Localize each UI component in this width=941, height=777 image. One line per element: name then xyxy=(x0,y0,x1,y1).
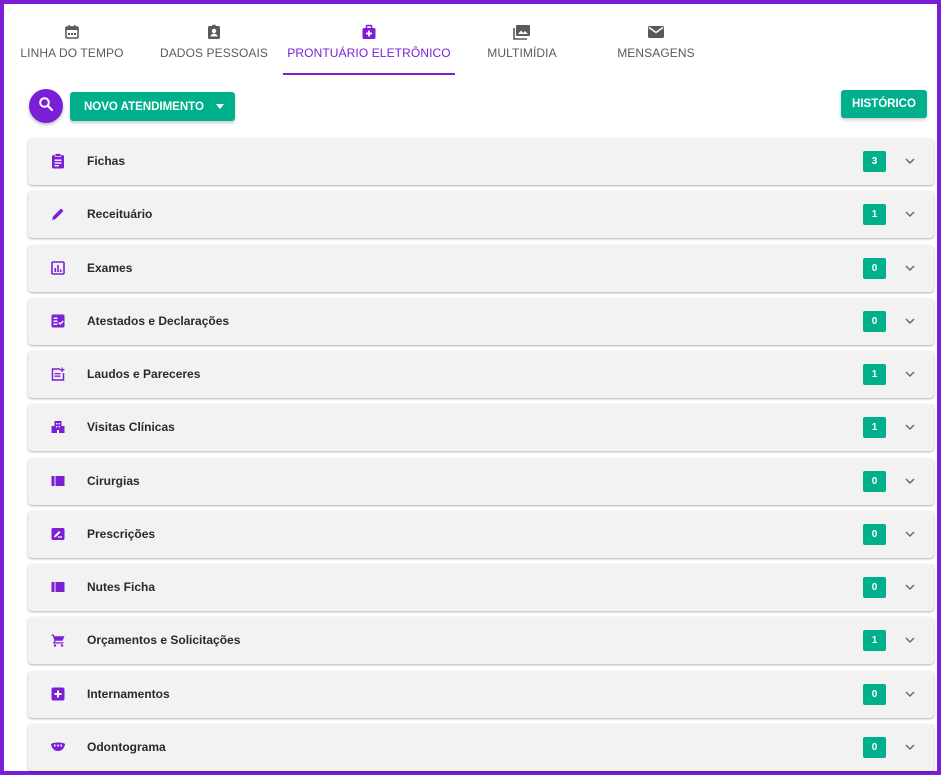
panel-cirurgias[interactable]: Cirurgias 0 xyxy=(28,457,934,505)
count-badge: 1 xyxy=(863,417,886,439)
view-column-icon xyxy=(50,473,66,489)
panel-label: Atestados e Declarações xyxy=(87,313,230,328)
panel-label: Nutes Ficha xyxy=(87,580,156,594)
tab-label: MULTIMÍDIA xyxy=(487,46,557,60)
panel-label: Receituário xyxy=(87,207,153,222)
contact-card-icon xyxy=(204,22,224,42)
chevron-down-icon[interactable] xyxy=(903,687,917,701)
cart-icon xyxy=(50,632,66,648)
panel-label: Orçamentos e Solicitações xyxy=(87,633,241,648)
panel-fichas[interactable]: Fichas 3 xyxy=(28,138,934,185)
view-column-icon xyxy=(50,579,66,595)
tab-bar: LINHA DO TEMPO DADOS PESSOAIS PRONTUÁRIO… xyxy=(8,8,933,76)
checklist-icon xyxy=(50,313,66,329)
count-badge: 0 xyxy=(863,736,886,758)
panel-label: Exames xyxy=(87,260,133,275)
count-badge: 0 xyxy=(863,683,886,705)
chevron-down-icon[interactable] xyxy=(903,261,917,275)
panel-laudos[interactable]: Laudos e Pareceres 1 xyxy=(28,351,934,398)
historico-button[interactable]: HISTÓRICO xyxy=(841,90,927,118)
chevron-down-icon[interactable] xyxy=(903,474,917,488)
panel-prescricoes[interactable]: Prescrições 0 xyxy=(28,510,934,558)
edit-box-icon xyxy=(50,526,66,542)
panel-odontograma[interactable]: Odontograma 0 xyxy=(28,723,934,771)
tab-label: DADOS PESSOAIS xyxy=(159,46,269,60)
panel-internamentos[interactable]: Internamentos 0 xyxy=(28,670,934,718)
active-tab-indicator xyxy=(283,73,455,75)
chevron-down-icon[interactable] xyxy=(903,633,917,647)
historico-label: HISTÓRICO xyxy=(852,98,916,110)
tab-label: MENSAGENS xyxy=(617,46,695,60)
panel-label: Prescrições xyxy=(87,526,156,541)
panel-label: Laudos e Pareceres xyxy=(87,367,201,381)
tab-mensagens[interactable]: MENSAGENS xyxy=(606,8,706,76)
hospital-building-icon xyxy=(50,419,66,435)
count-badge: 1 xyxy=(863,204,886,226)
panel-nutes-ficha[interactable]: Nutes Ficha 0 xyxy=(28,564,934,611)
panel-receituario[interactable]: Receituário 1 xyxy=(28,191,934,239)
panel-orcamentos[interactable]: Orçamentos e Solicitações 1 xyxy=(28,617,934,665)
bar-chart-icon xyxy=(50,260,66,276)
caret-down-icon xyxy=(215,104,224,109)
count-badge: 0 xyxy=(863,523,886,545)
calendar-icon xyxy=(62,22,82,42)
count-badge: 0 xyxy=(863,257,886,279)
app-frame: LINHA DO TEMPO DADOS PESSOAIS PRONTUÁRIO… xyxy=(0,0,941,775)
count-badge: 3 xyxy=(863,151,886,172)
chevron-down-icon[interactable] xyxy=(903,367,917,381)
tab-label: LINHA DO TEMPO xyxy=(20,46,124,60)
tab-dados-pessoais[interactable]: DADOS PESSOAIS xyxy=(158,8,270,76)
pencil-icon xyxy=(50,206,66,222)
search-icon xyxy=(38,96,54,117)
panel-label: Cirurgias xyxy=(87,473,140,488)
chevron-down-icon[interactable] xyxy=(903,314,917,328)
search-button[interactable] xyxy=(29,89,63,123)
chevron-down-icon[interactable] xyxy=(903,420,917,434)
tab-label: PRONTUÁRIO ELETRÔNICO xyxy=(287,46,451,60)
dentures-icon xyxy=(50,739,66,755)
count-badge: 0 xyxy=(863,310,886,332)
panel-label: Internamentos xyxy=(87,686,170,701)
count-badge: 0 xyxy=(863,577,886,598)
count-badge: 0 xyxy=(863,470,886,492)
medical-bag-icon xyxy=(359,22,379,42)
tab-multimidia[interactable]: MULTIMÍDIA xyxy=(474,8,570,76)
mail-icon xyxy=(646,22,666,42)
novo-atendimento-button[interactable]: NOVO ATENDIMENTO xyxy=(70,92,235,121)
photo-library-icon xyxy=(512,22,532,42)
panel-atestados[interactable]: Atestados e Declarações 0 xyxy=(28,297,934,345)
chevron-down-icon[interactable] xyxy=(903,207,917,221)
count-badge: 1 xyxy=(863,364,886,385)
count-badge: 1 xyxy=(863,630,886,652)
panel-label: Fichas xyxy=(87,154,126,168)
panel-label: Odontograma xyxy=(87,739,166,754)
clipboard-icon xyxy=(50,153,66,169)
post-add-icon xyxy=(50,366,66,382)
panel-exames[interactable]: Exames 0 xyxy=(28,244,934,292)
chevron-down-icon[interactable] xyxy=(903,527,917,541)
panel-list: Fichas 3 Receituário 1 Exames 0 Atestado… xyxy=(28,138,934,777)
chevron-down-icon[interactable] xyxy=(903,740,917,754)
local-hospital-icon xyxy=(50,686,66,702)
tab-prontuario-eletronico[interactable]: PRONTUÁRIO ELETRÔNICO xyxy=(284,8,454,76)
panel-visitas-clinicas[interactable]: Visitas Clínicas 1 xyxy=(28,404,934,452)
novo-atendimento-label: NOVO ATENDIMENTO xyxy=(84,100,204,113)
chevron-down-icon[interactable] xyxy=(903,580,917,594)
tab-linha-do-tempo[interactable]: LINHA DO TEMPO xyxy=(14,8,130,76)
chevron-down-icon[interactable] xyxy=(903,154,917,168)
panel-label: Visitas Clínicas xyxy=(87,420,175,435)
